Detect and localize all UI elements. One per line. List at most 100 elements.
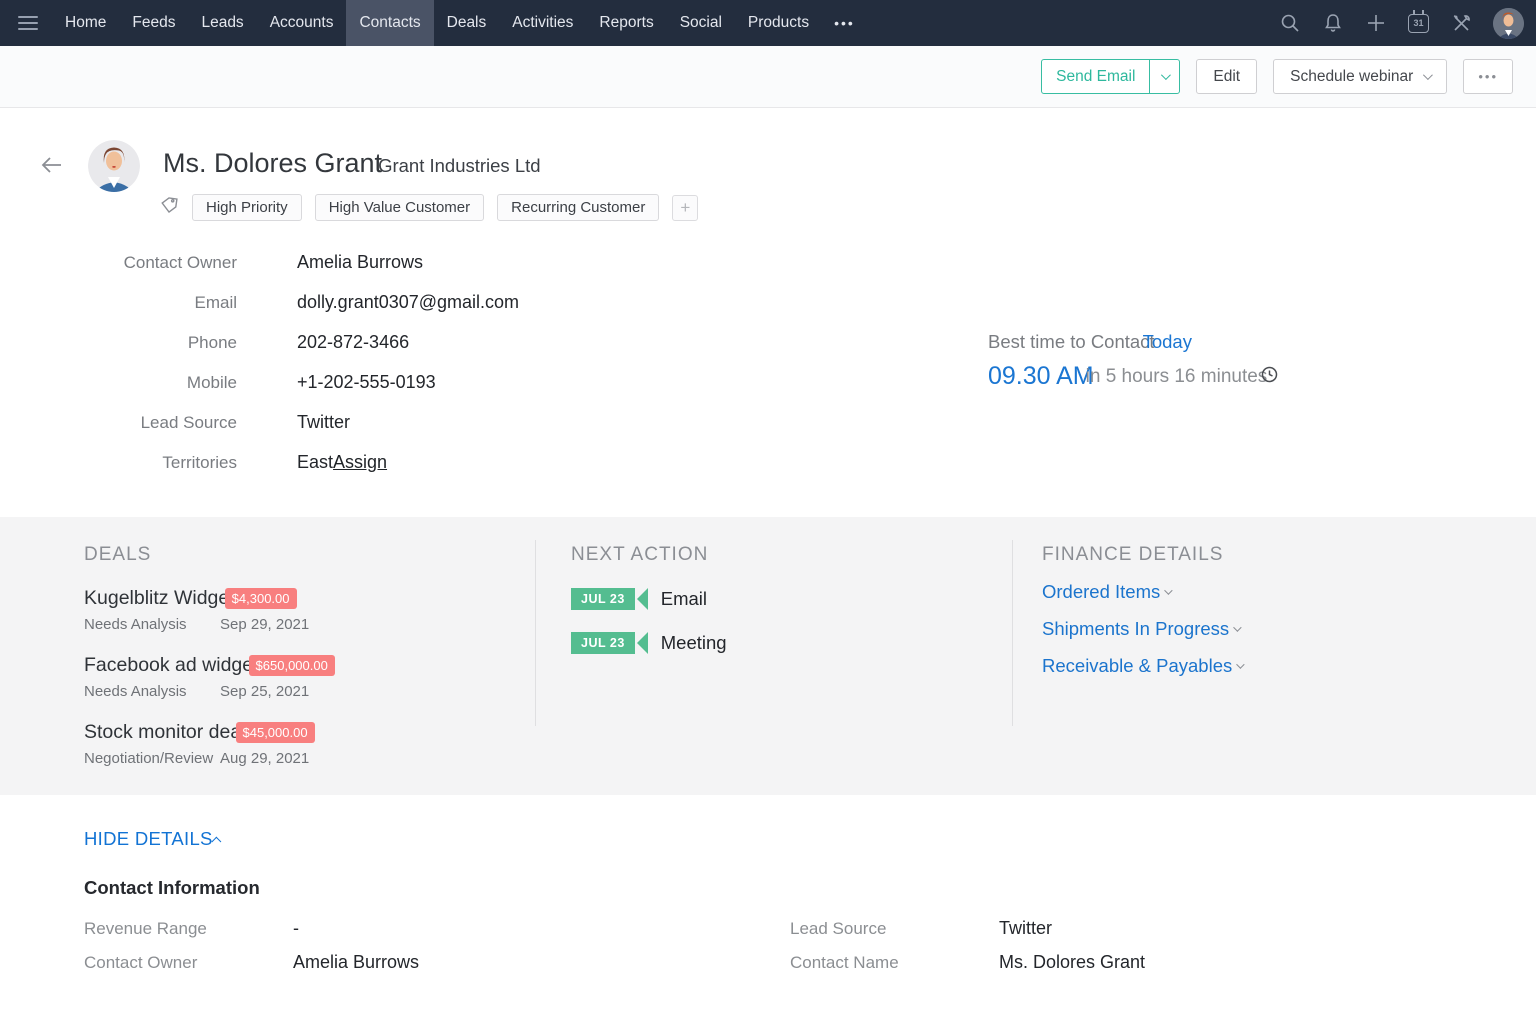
summary-band: DEALS Kugelblitz Widget $4,300.00 Needs … [0, 517, 1536, 795]
deals-title: DEALS [84, 544, 152, 565]
deal-name[interactable]: Stock monitor deal [84, 721, 246, 744]
settings-tools-icon[interactable] [1450, 12, 1472, 34]
field-email: Email dolly.grant0307@gmail.com [194, 292, 520, 313]
nav-item-social[interactable]: Social [667, 0, 735, 46]
field-mobile: Mobile +1-202-555-0193 [186, 372, 436, 393]
deal-item: Kugelblitz Widget $4,300.00 Needs Analys… [84, 587, 524, 633]
next-action-label[interactable]: Meeting [661, 632, 727, 654]
deal-item: Stock monitor deal $45,000.00 Negotiatio… [84, 721, 524, 767]
next-action-item: JUL 23 Meeting [571, 632, 991, 654]
calendar-day-label: 31 [1413, 18, 1424, 28]
nav-item-home[interactable]: Home [52, 0, 119, 46]
send-email-label: Send Email [1056, 67, 1136, 85]
nav-item-products[interactable]: Products [735, 0, 822, 46]
chevron-down-icon [1233, 623, 1242, 632]
nav-item-feeds[interactable]: Feeds [119, 0, 188, 46]
assign-link[interactable]: Assign [333, 452, 387, 472]
add-plus-icon[interactable] [1365, 12, 1387, 34]
email-value[interactable]: dolly.grant0307@gmail.com [297, 292, 519, 313]
tag-high-priority[interactable]: High Priority [192, 194, 302, 221]
add-tag-button[interactable]: + [672, 194, 699, 221]
deal-item: Facebook ad widget $650,000.00 Needs Ana… [84, 654, 524, 700]
hamburger-menu-icon[interactable] [18, 16, 38, 30]
next-action-column: NEXT ACTION JUL 23 Email JUL 23 Meeting [571, 544, 991, 654]
next-action-label[interactable]: Email [661, 588, 707, 610]
contact-header: Ms. Dolores Grant Grant Industries Ltd [163, 148, 541, 179]
send-email-dropdown[interactable] [1149, 60, 1179, 93]
company-name[interactable]: Grant Industries Ltd [378, 155, 540, 177]
deal-stage: Needs Analysis [84, 616, 187, 633]
nav-item-accounts[interactable]: Accounts [257, 0, 347, 46]
chevron-down-icon [1161, 70, 1172, 81]
deal-stage: Negotiation/Review [84, 750, 214, 767]
top-navbar: Home Feeds Leads Accounts Contacts Deals… [0, 0, 1536, 46]
column-divider [535, 540, 536, 726]
nav-right-icons: 31 [1279, 0, 1524, 46]
ribbon-tail-icon [636, 588, 648, 610]
send-email-button[interactable]: Send Email [1041, 59, 1181, 94]
next-action-title: NEXT ACTION [571, 544, 709, 565]
nav-items: Home Feeds Leads Accounts Contacts Deals… [52, 0, 867, 46]
deals-column: DEALS Kugelblitz Widget $4,300.00 Needs … [84, 544, 524, 767]
contact-avatar [88, 140, 140, 192]
more-actions-button[interactable]: ••• [1463, 59, 1513, 94]
deal-amount-badge: $45,000.00 [235, 722, 315, 743]
deal-date: Aug 29, 2021 [220, 750, 310, 767]
chevron-down-icon [1236, 660, 1245, 669]
next-action-date-badge: JUL 23 [571, 632, 635, 654]
chevron-down-icon [1423, 70, 1434, 81]
tag-icon [160, 196, 179, 220]
best-time-day[interactable]: Today [1143, 331, 1192, 352]
ribbon-tail-icon [636, 632, 648, 654]
finance-details-title: FINANCE DETAILS [1042, 544, 1224, 565]
shipments-in-progress-link[interactable]: Shipments In Progress [1042, 618, 1482, 640]
deal-stage: Needs Analysis [84, 683, 187, 700]
deal-name[interactable]: Kugelblitz Widget [84, 587, 235, 610]
nav-item-leads[interactable]: Leads [188, 0, 256, 46]
info-row-contact-name: Contact Name Ms. Dolores Grant [790, 952, 1146, 972]
ordered-items-link[interactable]: Ordered Items [1042, 581, 1482, 603]
search-icon[interactable] [1279, 12, 1301, 34]
column-divider [1012, 540, 1013, 726]
deal-date: Sep 29, 2021 [220, 616, 310, 633]
clock-icon [1261, 366, 1278, 388]
receivable-payables-link[interactable]: Receivable & Payables [1042, 655, 1482, 677]
calendar-icon[interactable]: 31 [1408, 9, 1429, 33]
deal-amount-badge: $4,300.00 [224, 588, 297, 609]
tag-recurring-customer[interactable]: Recurring Customer [497, 194, 660, 221]
mobile-value[interactable]: +1-202-555-0193 [297, 372, 436, 393]
tag-row: High Priority High Value Customer Recurr… [160, 194, 699, 221]
field-territories: Territories EastAssign [162, 452, 388, 472]
nav-item-contacts[interactable]: Contacts [346, 0, 434, 46]
info-row-contact-owner: Contact Owner Amelia Burrows [84, 952, 420, 972]
nav-more-button[interactable]: ••• [822, 0, 867, 46]
best-time-to-contact: Best time to ContactToday 09.30 AM in 5 … [988, 331, 1278, 391]
best-time-label: Best time to Contact [988, 331, 1155, 352]
field-lead-source: Lead Source Twitter [140, 412, 351, 432]
best-time-value: 09.30 AM [988, 362, 1094, 390]
contact-summary-fields: Contact Owner Amelia Burrows Email dolly… [84, 252, 519, 492]
deal-date: Sep 25, 2021 [220, 683, 310, 700]
nav-item-activities[interactable]: Activities [499, 0, 586, 46]
field-phone: Phone 202-872-3466 [187, 332, 410, 353]
back-arrow-icon[interactable] [38, 152, 64, 178]
next-action-item: JUL 23 Email [571, 588, 991, 610]
notifications-bell-icon[interactable] [1322, 12, 1344, 34]
phone-value[interactable]: 202-872-3466 [297, 332, 409, 353]
contact-name: Ms. Dolores Grant [163, 148, 383, 178]
tag-high-value-customer[interactable]: High Value Customer [314, 194, 485, 221]
field-contact-owner: Contact Owner Amelia Burrows [123, 252, 424, 272]
user-avatar[interactable] [1493, 7, 1524, 39]
nav-item-reports[interactable]: Reports [586, 0, 666, 46]
nav-item-deals[interactable]: Deals [434, 0, 500, 46]
contact-information-heading: Contact Information [84, 877, 260, 898]
action-bar: Send Email Edit Schedule webinar ••• [0, 46, 1536, 108]
edit-button[interactable]: Edit [1196, 59, 1258, 94]
deal-name[interactable]: Facebook ad widget [84, 654, 259, 677]
schedule-webinar-button[interactable]: Schedule webinar [1273, 59, 1448, 94]
chevron-down-icon [1164, 586, 1173, 595]
hide-details-link[interactable]: HIDE DETAILS [84, 828, 222, 850]
info-row-lead-source: Lead Source Twitter [790, 918, 1053, 938]
next-action-date-badge: JUL 23 [571, 588, 635, 610]
deal-amount-badge: $650,000.00 [248, 655, 335, 676]
